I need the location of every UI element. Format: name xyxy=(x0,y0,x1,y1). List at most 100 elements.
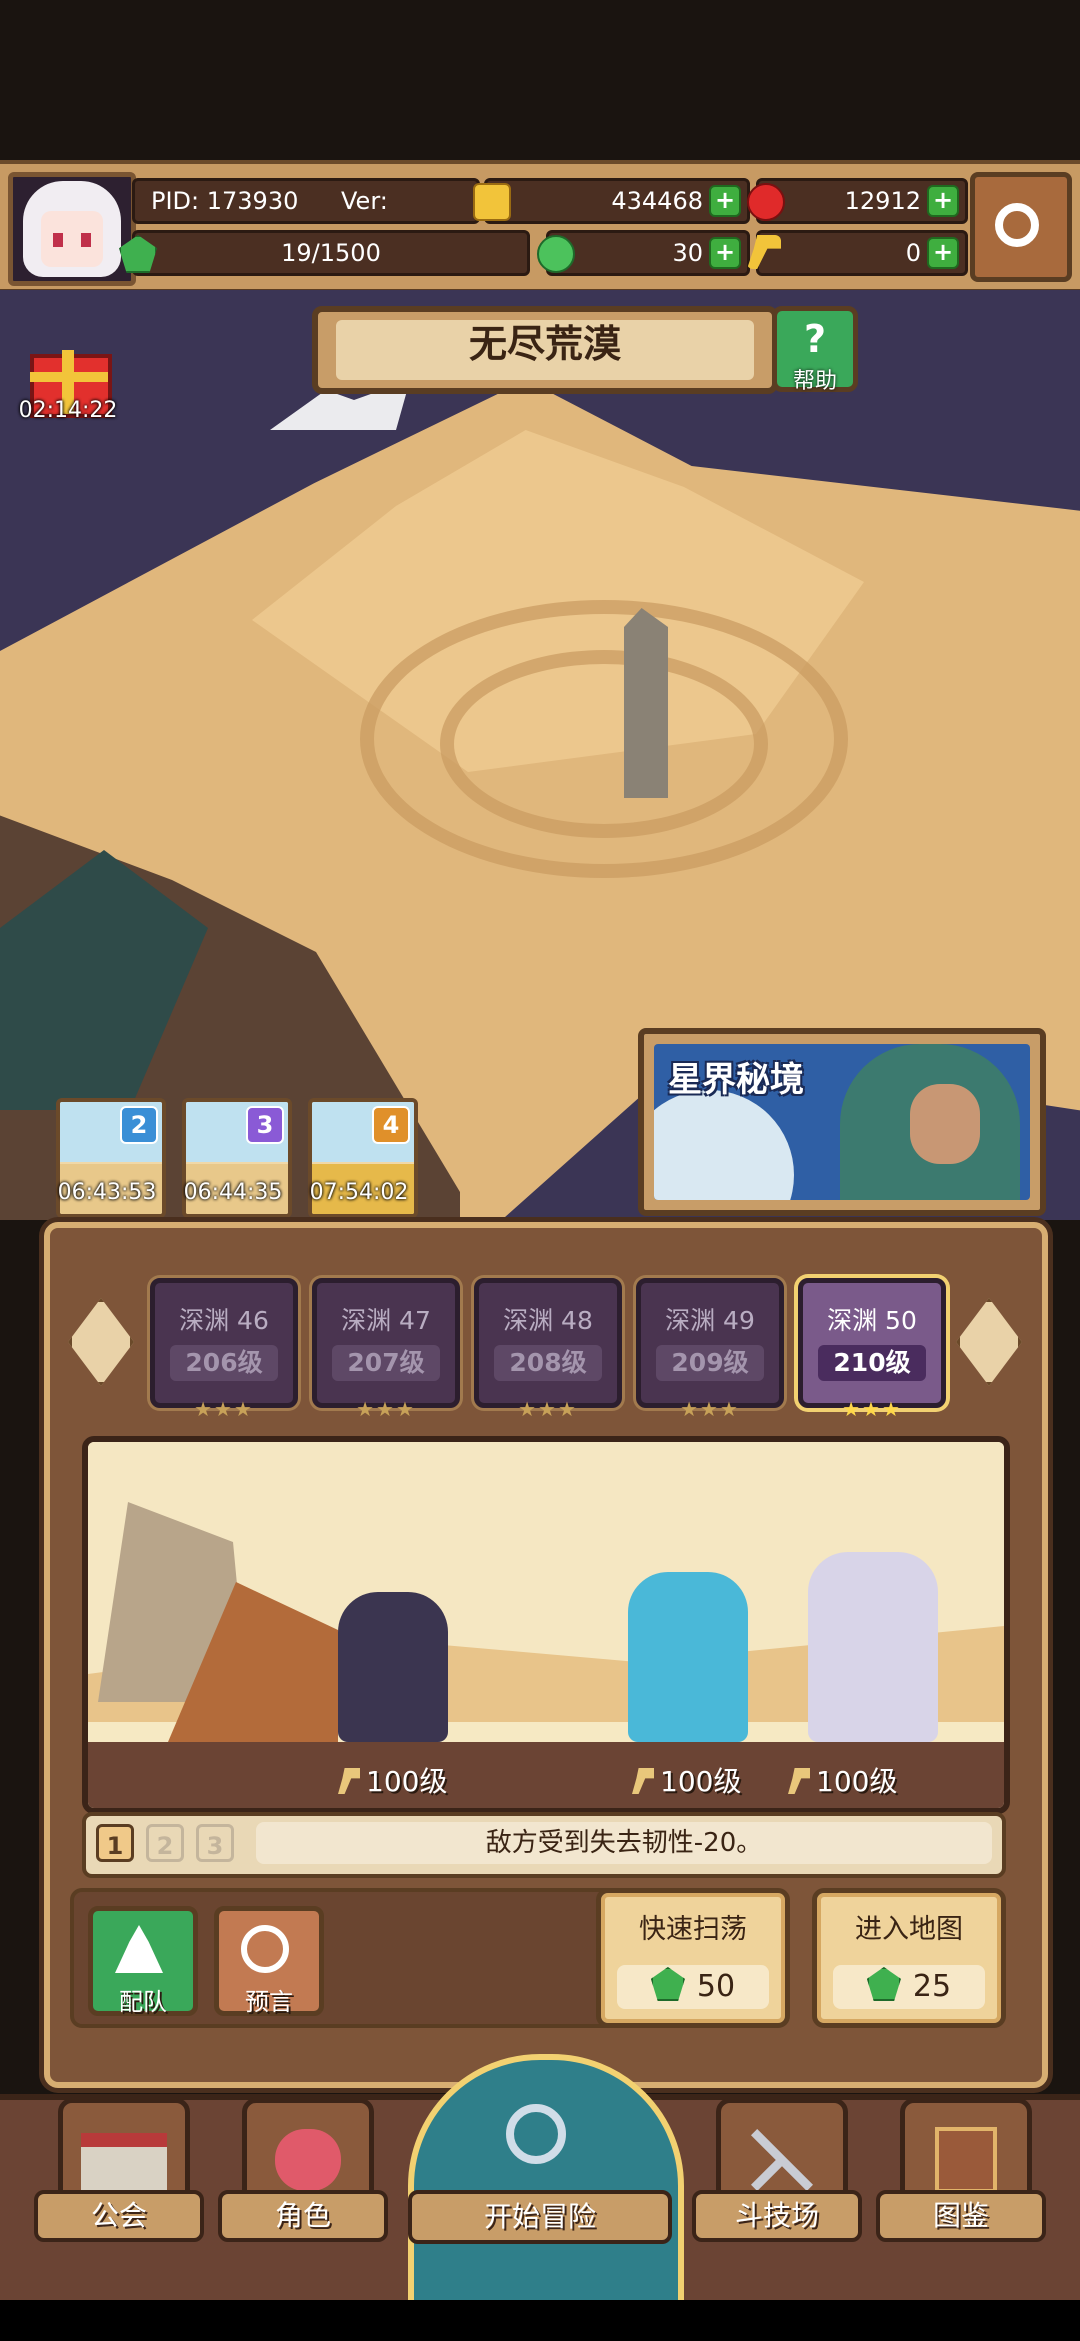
nav-guild[interactable]: 公会 xyxy=(34,2098,204,2248)
nav-codex-label: 图鉴 xyxy=(876,2190,1046,2242)
energy-pill: 19/1500 xyxy=(119,230,530,276)
team-setup-button[interactable]: 配队 xyxy=(88,1906,198,2016)
stage-abyss-47[interactable]: 深渊 47 207级 ★★★ xyxy=(312,1278,460,1421)
enter-cost: 25 xyxy=(833,1965,985,2009)
stage-level: 209级 xyxy=(656,1345,764,1381)
globe-magnifier-icon xyxy=(408,2054,684,2306)
gift-timer: 02:14:22 xyxy=(18,398,118,423)
stage-name: 深渊 50 xyxy=(827,1306,917,1335)
add-clover-button[interactable]: + xyxy=(709,237,741,269)
skill-tab-2[interactable]: 2 xyxy=(146,1824,184,1862)
quick-sweep-button[interactable]: 快速扫荡 50 xyxy=(596,1888,790,2028)
slot-timer: 06:43:53 xyxy=(57,1180,157,1205)
nav-start-adventure[interactable]: 开始冒险 xyxy=(408,2054,684,2306)
knight-hero-sprite xyxy=(338,1592,448,1742)
slot-timer: 06:44:35 xyxy=(183,1180,283,1205)
map-title: 无尽荒漠 xyxy=(336,320,754,380)
stage-name: 深渊 46 xyxy=(179,1306,269,1335)
slot-number: 4 xyxy=(372,1106,410,1144)
battle-preview: 100级 100级 100级 xyxy=(82,1436,1010,1814)
nav-arena[interactable]: 斗技场 xyxy=(692,2098,862,2248)
stage-panel: 深渊 46 206级 ★★★ 深渊 47 207级 ★★★ 深渊 48 208级… xyxy=(44,1222,1048,2088)
prophecy-label: 预言 xyxy=(245,1988,293,2016)
team-controls: 配队 预言 xyxy=(70,1888,618,2028)
hero-level: 100级 xyxy=(788,1760,897,1800)
team-icon xyxy=(115,1925,163,1973)
ruby-pill: 12912 + xyxy=(747,178,968,224)
next-stage-arrow-icon[interactable] xyxy=(956,1298,1022,1386)
stage-stars: ★★★ xyxy=(842,1397,902,1421)
stage-level: 208级 xyxy=(494,1345,602,1381)
sweep-cost: 50 xyxy=(617,1965,769,2009)
skill-description: 敌方受到失去韧性-20。 xyxy=(256,1822,992,1864)
stage-abyss-48[interactable]: 深渊 48 208级 ★★★ xyxy=(474,1278,622,1421)
key-icon xyxy=(632,1768,654,1794)
hero-level: 100级 xyxy=(338,1760,447,1800)
key-icon xyxy=(788,1768,810,1794)
stage-stars: ★★★ xyxy=(194,1397,254,1421)
nav-character-label: 角色 xyxy=(218,2190,388,2242)
ruby-amount: 12912 xyxy=(844,187,921,215)
key-amount: 0 xyxy=(905,239,921,267)
pid-version-pill: PID: 173930 Ver: 1.0.1.0 xyxy=(132,178,480,255)
stage-stars: ★★★ xyxy=(680,1397,740,1421)
stage-stars: ★★★ xyxy=(518,1397,578,1421)
prophecy-button[interactable]: 预言 xyxy=(214,1906,324,2016)
add-gold-button[interactable]: + xyxy=(709,185,741,217)
astral-realm-event-button[interactable]: 星界秘境 xyxy=(638,1028,1046,1216)
skill-tab-3[interactable]: 3 xyxy=(196,1824,234,1862)
stage-abyss-46[interactable]: 深渊 46 206级 ★★★ xyxy=(150,1278,298,1421)
clover-pill: 30 + xyxy=(537,230,750,276)
monolith xyxy=(624,608,668,798)
nav-guild-label: 公会 xyxy=(34,2190,204,2242)
nav-arena-label: 斗技场 xyxy=(692,2190,862,2242)
ruby-gem-icon xyxy=(747,183,785,221)
event-title: 星界秘境 xyxy=(668,1060,804,1100)
skill-tab-1[interactable]: 1 xyxy=(96,1824,134,1862)
enter-map-button[interactable]: 进入地图 25 xyxy=(812,1888,1006,2028)
gold-amount: 434468 xyxy=(611,187,703,215)
resource-panel: PID: 173930 Ver: 1.0.1.0 434468 + 12912 … xyxy=(119,178,972,276)
slot-number: 2 xyxy=(120,1106,158,1144)
stage-abyss-49[interactable]: 深渊 49 209级 ★★★ xyxy=(636,1278,784,1421)
slot-number: 3 xyxy=(246,1106,284,1144)
clover-amount: 30 xyxy=(672,239,703,267)
player-avatar[interactable] xyxy=(8,172,136,286)
nav-character[interactable]: 角色 xyxy=(218,2098,388,2248)
help-button[interactable]: ? 帮助 xyxy=(772,306,858,394)
skill-info-bar: 1 2 3 敌方受到失去韧性-20。 xyxy=(82,1812,1006,1878)
add-ruby-button[interactable]: + xyxy=(927,185,959,217)
energy-amount: 19/1500 xyxy=(281,239,381,267)
stage-level: 207级 xyxy=(332,1345,440,1381)
energy-gem-icon xyxy=(650,1967,685,2001)
add-key-button[interactable]: + xyxy=(927,237,959,269)
stage-level: 210级 xyxy=(818,1345,926,1381)
nav-start-adventure-label: 开始冒险 xyxy=(408,2190,672,2244)
gold-pill: 434468 + xyxy=(473,178,750,224)
stage-abyss-50[interactable]: 深渊 50 210级 ★★★ xyxy=(798,1278,946,1421)
top-bar: PID: 173930 Ver: 1.0.1.0 434468 + 12912 … xyxy=(0,160,1080,295)
stage-name: 深渊 47 xyxy=(341,1306,431,1335)
stage-level: 206级 xyxy=(170,1345,278,1381)
energy-gem-icon xyxy=(866,1967,901,2001)
key-pill: 0 + xyxy=(747,230,968,276)
prev-stage-arrow-icon[interactable] xyxy=(68,1298,134,1386)
key-icon xyxy=(747,235,781,269)
game-screen: PID: 173930 Ver: 1.0.1.0 434468 + 12912 … xyxy=(0,0,1080,2341)
settings-button[interactable] xyxy=(970,172,1072,282)
team-setup-label: 配队 xyxy=(119,1988,167,2016)
prophecy-icon xyxy=(241,1925,289,1973)
slot-timer: 07:54:02 xyxy=(309,1180,409,1205)
nav-codex[interactable]: 图鉴 xyxy=(876,2098,1046,2248)
enter-map-label: 进入地图 xyxy=(855,1914,963,1945)
help-label: 帮助 xyxy=(792,369,837,394)
clover-icon xyxy=(537,235,575,273)
stage-name: 深渊 48 xyxy=(503,1306,593,1335)
hero-level: 100级 xyxy=(632,1760,741,1800)
key-icon xyxy=(338,1768,360,1794)
gold-coin-icon xyxy=(473,183,511,221)
gear-icon xyxy=(995,203,1039,247)
bunny-mage-sprite xyxy=(808,1552,938,1742)
stage-name: 深渊 49 xyxy=(665,1306,755,1335)
mushroom-hero-sprite xyxy=(628,1572,748,1742)
